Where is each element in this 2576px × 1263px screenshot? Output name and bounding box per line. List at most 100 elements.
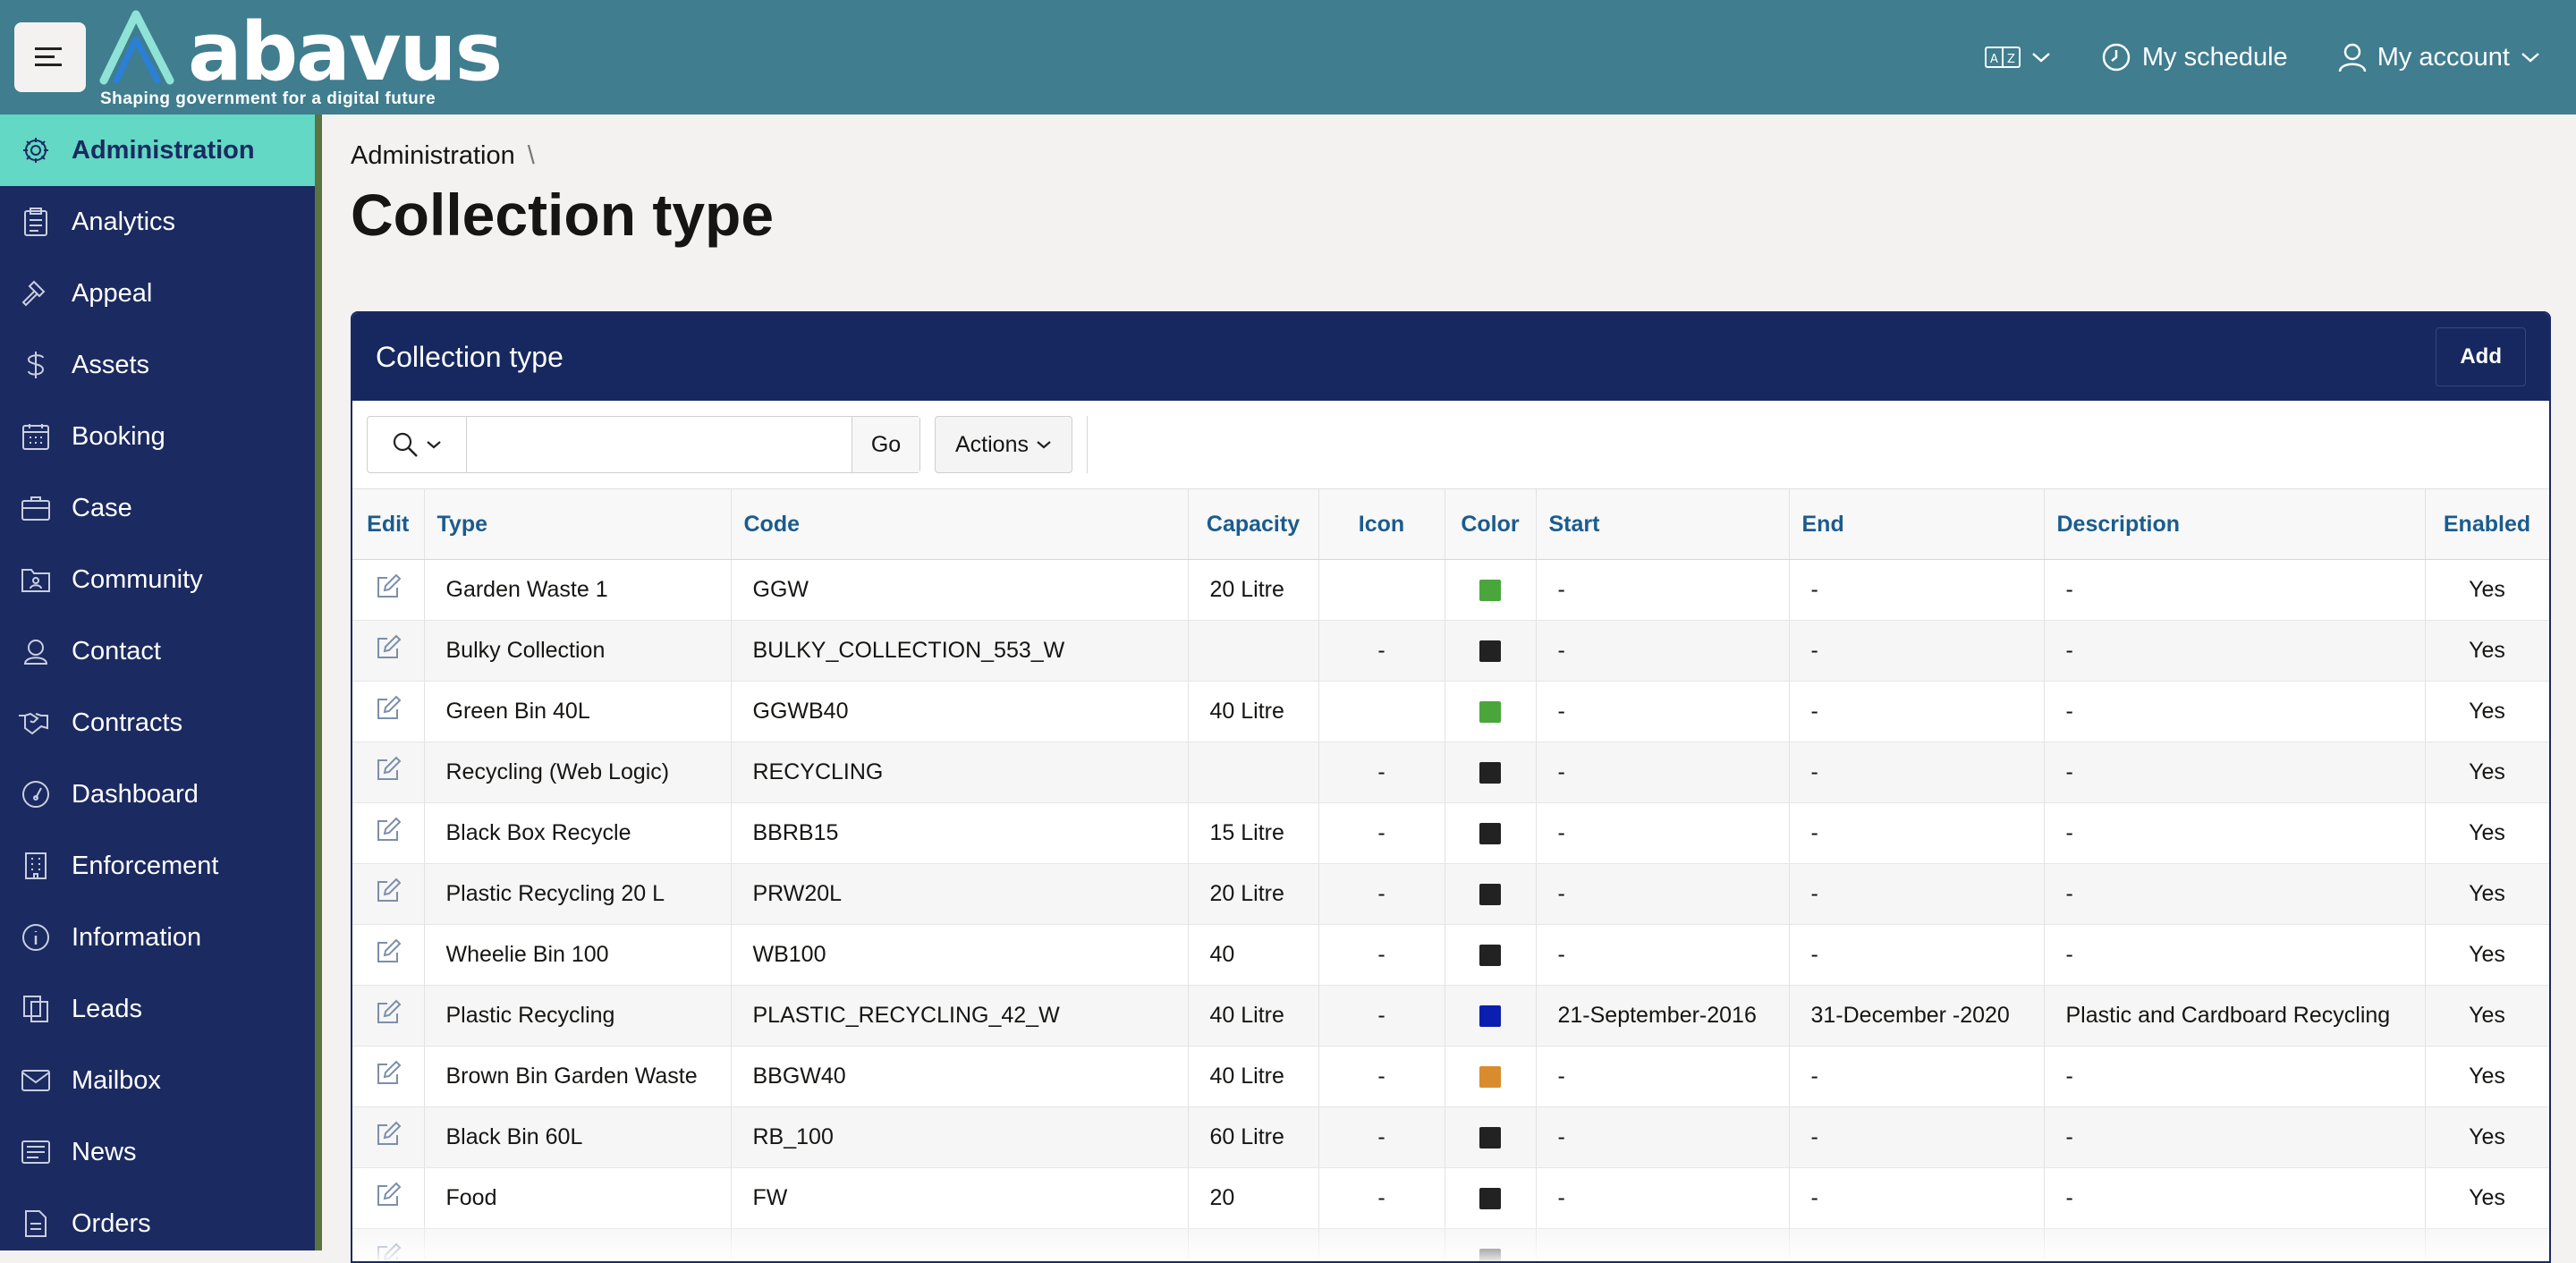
- sidebar-item-label: Community: [72, 565, 203, 595]
- sidebar-item-assets[interactable]: Assets: [0, 329, 315, 401]
- edit-icon[interactable]: [375, 581, 402, 606]
- edit-icon[interactable]: [375, 945, 402, 971]
- column-header-capacity[interactable]: Capacity: [1188, 489, 1318, 560]
- start-cell: -: [1536, 560, 1789, 621]
- sidebar-item-community[interactable]: Community: [0, 544, 315, 615]
- document-icon: [24, 1209, 47, 1238]
- edit-icon[interactable]: [375, 702, 402, 727]
- column-header-icon[interactable]: Icon: [1318, 489, 1445, 560]
- column-header-type[interactable]: Type: [424, 489, 731, 560]
- sidebar-item-appeal[interactable]: Appeal: [0, 258, 315, 329]
- newspaper-icon: [21, 1139, 51, 1166]
- breadcrumb-administration[interactable]: Administration: [351, 141, 515, 170]
- breadcrumb: Administration\: [351, 141, 535, 171]
- sidebar-item-administration[interactable]: Administration: [0, 114, 315, 186]
- edit-cell: [352, 621, 424, 682]
- edit-icon[interactable]: [375, 824, 402, 849]
- start-cell: 21-September-2016: [1536, 986, 1789, 1047]
- my-account-menu[interactable]: My account: [2338, 42, 2540, 72]
- end-cell: -: [1789, 742, 2044, 803]
- start-cell: -: [1536, 864, 1789, 925]
- color-swatch: [1479, 1127, 1501, 1149]
- edit-icon[interactable]: [375, 1189, 402, 1214]
- sidebar-item-analytics[interactable]: Analytics: [0, 186, 315, 258]
- description-cell: -: [2044, 803, 2425, 864]
- edit-icon[interactable]: [375, 1006, 402, 1031]
- end-cell: -: [1789, 1107, 2044, 1168]
- sidebar-item-contact[interactable]: Contact: [0, 615, 315, 687]
- my-schedule-link[interactable]: My schedule: [2101, 42, 2288, 72]
- sidebar-item-label: Orders: [72, 1209, 151, 1239]
- column-header-description[interactable]: Description: [2044, 489, 2425, 560]
- table-row: Garden Waste 1GGW20 Litre---Yes: [352, 560, 2549, 621]
- end-cell: -: [1789, 621, 2044, 682]
- abavus-logo[interactable]: abavus Shaping government for a digital …: [97, 4, 472, 111]
- enabled-cell: Yes: [2425, 742, 2549, 803]
- edit-icon[interactable]: [375, 763, 402, 788]
- sidebar-item-label: Contact: [72, 637, 161, 666]
- sidebar-item-enforcement[interactable]: Enforcement: [0, 830, 315, 902]
- column-header-code[interactable]: Code: [731, 489, 1188, 560]
- sidebar-nav: Administration Analytics Appeal Assets B…: [0, 114, 322, 1250]
- column-header-enabled[interactable]: Enabled: [2425, 489, 2549, 560]
- language-selector[interactable]: A Z: [1985, 45, 2051, 70]
- add-button[interactable]: Add: [2436, 327, 2526, 386]
- table-row: Brown Bin Garden WasteBBGW4040 Litre----…: [352, 1047, 2549, 1107]
- icon-cell: -: [1318, 742, 1445, 803]
- column-header-color[interactable]: Color: [1445, 489, 1536, 560]
- clipboard-icon: [22, 207, 49, 237]
- sidebar-item-case[interactable]: Case: [0, 472, 315, 544]
- icon-cell: -: [1318, 803, 1445, 864]
- edit-icon[interactable]: [375, 641, 402, 666]
- table-row: Green Bin 40LGGWB4040 Litre---Yes: [352, 682, 2549, 742]
- capacity-cell: [1188, 742, 1318, 803]
- description-cell: Plastic and Cardboard Recycling: [2044, 986, 2425, 1047]
- sidebar-item-mailbox[interactable]: Mailbox: [0, 1045, 315, 1116]
- sidebar-item-label: Leads: [72, 995, 142, 1024]
- sidebar-item-information[interactable]: Information: [0, 902, 315, 973]
- edit-icon[interactable]: [375, 1128, 402, 1153]
- type-cell: Black Bin 60L: [424, 1107, 731, 1168]
- sidebar-item-label: Analytics: [72, 208, 175, 237]
- my-account-label: My account: [2377, 43, 2510, 72]
- search-column-selector[interactable]: [368, 417, 467, 472]
- color-swatch: [1479, 701, 1501, 723]
- code-cell: BBGW40: [731, 1047, 1188, 1107]
- search-input[interactable]: [467, 419, 852, 470]
- type-cell: Green Bin 40L: [424, 682, 731, 742]
- column-header-edit[interactable]: Edit: [352, 489, 424, 560]
- type-cell: Black Box Recycle: [424, 803, 731, 864]
- description-cell: -: [2044, 621, 2425, 682]
- column-header-start[interactable]: Start: [1536, 489, 1789, 560]
- edit-icon[interactable]: [375, 885, 402, 910]
- edit-cell: [352, 925, 424, 986]
- end-cell: -: [1789, 803, 2044, 864]
- svg-text:A: A: [1990, 53, 1998, 66]
- color-swatch: [1479, 640, 1501, 662]
- icon-cell: -: [1318, 1047, 1445, 1107]
- table-header-row: Edit Type Code Capacity Icon Color Start…: [352, 489, 2549, 560]
- type-cell: Plastic Recycling: [424, 986, 731, 1047]
- enabled-cell: Yes: [2425, 1168, 2549, 1229]
- sidebar-item-news[interactable]: News: [0, 1116, 315, 1188]
- sidebar-item-orders[interactable]: Orders: [0, 1188, 315, 1259]
- search-group: Go: [367, 416, 920, 473]
- icon-cell: [1318, 560, 1445, 621]
- copy-icon: [22, 995, 49, 1023]
- sidebar-item-contracts[interactable]: Contracts: [0, 687, 315, 759]
- color-swatch: [1479, 762, 1501, 784]
- edit-cell: [352, 560, 424, 621]
- sidebar-item-dashboard[interactable]: Dashboard: [0, 759, 315, 830]
- icon-cell: [1318, 682, 1445, 742]
- sidebar-item-booking[interactable]: Booking: [0, 401, 315, 472]
- go-button[interactable]: Go: [852, 417, 919, 472]
- sidebar-item-leads[interactable]: Leads: [0, 973, 315, 1045]
- type-cell: Food: [424, 1168, 731, 1229]
- edit-icon[interactable]: [375, 1067, 402, 1092]
- actions-menu-button[interactable]: Actions: [935, 416, 1072, 473]
- capacity-cell: 40 Litre: [1188, 986, 1318, 1047]
- menu-toggle-button[interactable]: [14, 22, 86, 92]
- gauge-icon: [21, 780, 50, 809]
- logo-mark-icon: [97, 9, 182, 86]
- column-header-end[interactable]: End: [1789, 489, 2044, 560]
